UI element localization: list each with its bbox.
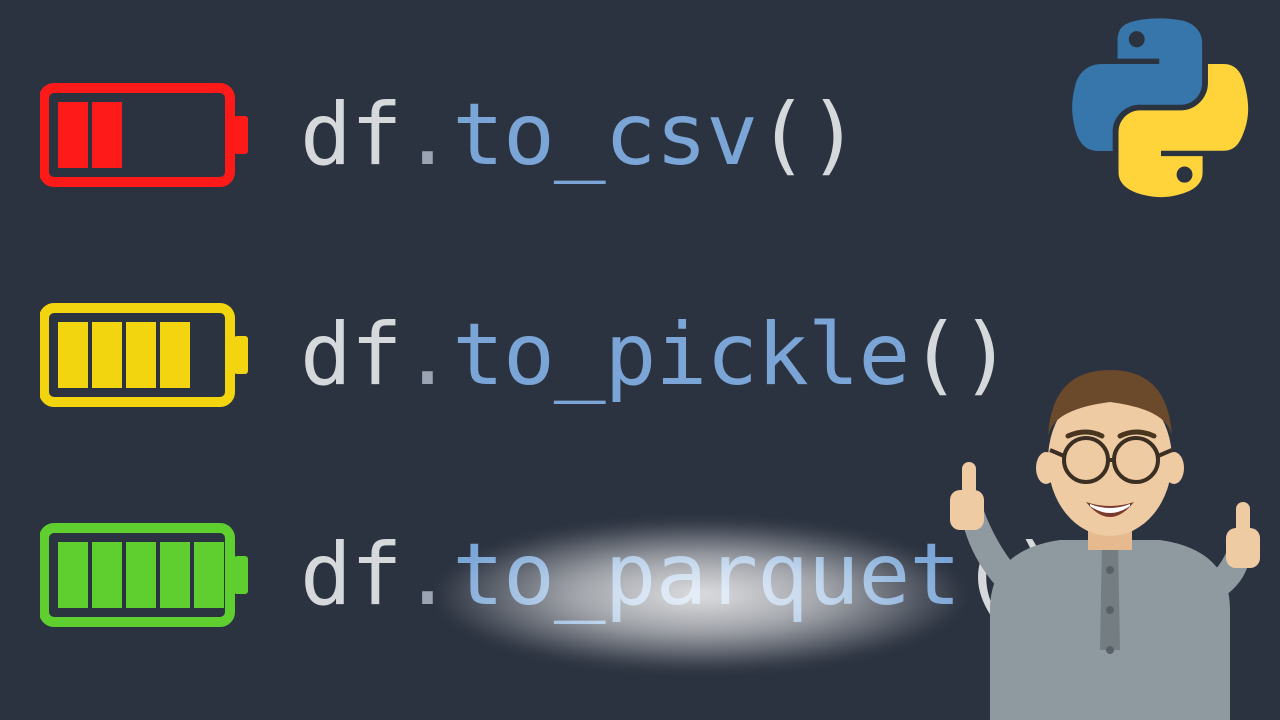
code-snippet-pickle: df.to_pickle() [300, 312, 1011, 398]
row-csv: df.to_csv() [40, 80, 1240, 190]
code-dot: . [402, 85, 453, 185]
battery-low-icon [40, 80, 250, 190]
code-function: to_pickle [452, 305, 909, 405]
code-snippet-csv: df.to_csv() [300, 92, 859, 178]
code-object: df [300, 525, 402, 625]
code-dot: . [402, 525, 453, 625]
battery-full-icon [40, 520, 250, 630]
presenter-person-icon [930, 310, 1280, 720]
code-dot: . [402, 305, 453, 405]
code-object: df [300, 305, 402, 405]
code-parens: () [757, 85, 859, 185]
code-function: to_parquet [452, 525, 960, 625]
code-object: df [300, 85, 402, 185]
code-function: to_csv [452, 85, 757, 185]
battery-mid-icon [40, 300, 250, 410]
